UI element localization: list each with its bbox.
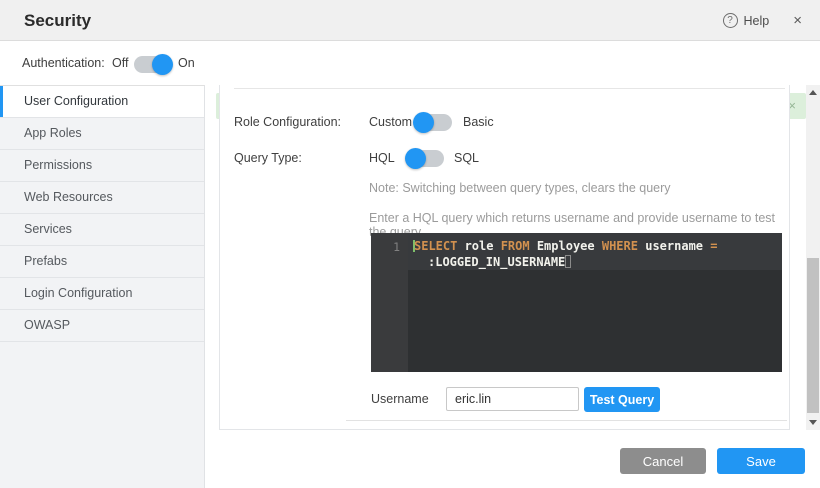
- role-configuration-toggle[interactable]: [415, 114, 452, 131]
- editor-gutter: 1: [371, 233, 408, 372]
- username-label: Username: [371, 392, 429, 406]
- username-input[interactable]: [446, 387, 579, 411]
- code-line-1: SELECT role FROM Employee WHERE username…: [413, 238, 778, 254]
- sidebar-item-owasp[interactable]: OWASP: [0, 310, 204, 342]
- sidebar-item-prefabs[interactable]: Prefabs: [0, 246, 204, 278]
- sidebar-item-web-resources[interactable]: Web Resources: [0, 182, 204, 214]
- save-button[interactable]: Save: [717, 448, 805, 474]
- scrollbar-thumb[interactable]: [807, 258, 819, 413]
- scroll-down-icon[interactable]: [809, 420, 817, 425]
- dialog-header: Security ? Help ×: [0, 0, 820, 41]
- query-hql-label: HQL: [369, 151, 395, 165]
- line-number: 1: [393, 239, 400, 255]
- authentication-toggle[interactable]: [134, 56, 171, 73]
- code-line-1-wrapped: :LOGGED_IN_USERNAME: [413, 254, 778, 270]
- close-icon[interactable]: ×: [793, 12, 802, 29]
- query-switch-note: Note: Switching between query types, cle…: [369, 181, 671, 195]
- query-code: SELECT role FROM Employee WHERE username…: [413, 238, 778, 270]
- user-configuration-panel: Role Configuration: Custom Basic Query T…: [219, 85, 790, 430]
- toggle-knob: [413, 112, 434, 133]
- help-icon: ?: [723, 13, 738, 28]
- security-dialog: Security ? Help × Authentication: Off On…: [0, 0, 820, 488]
- auth-on-label: On: [178, 56, 195, 70]
- sidebar-item-services[interactable]: Services: [0, 214, 204, 246]
- role-configuration-label: Role Configuration:: [234, 115, 341, 129]
- page-title: Security: [24, 11, 91, 31]
- sidebar-item-app-roles[interactable]: App Roles: [0, 118, 204, 150]
- sidebar-item-login-configuration[interactable]: Login Configuration: [0, 278, 204, 310]
- sidebar-item-user-configuration[interactable]: User Configuration: [0, 86, 204, 118]
- help-button[interactable]: ? Help: [723, 13, 770, 28]
- hql-query-editor[interactable]: 1 SELECT role FROM Employee WHERE userna…: [371, 233, 782, 372]
- vertical-scrollbar[interactable]: [806, 85, 820, 430]
- auth-off-label: Off: [112, 56, 128, 70]
- test-query-button[interactable]: Test Query: [584, 387, 660, 412]
- authentication-bar: Authentication: Off On ✓ Tested query su…: [0, 41, 820, 85]
- role-custom-label: Custom: [369, 115, 412, 129]
- query-type-toggle[interactable]: [407, 150, 444, 167]
- query-sql-label: SQL: [454, 151, 479, 165]
- toggle-knob: [405, 148, 426, 169]
- role-basic-label: Basic: [463, 115, 494, 129]
- authentication-label: Authentication:: [22, 56, 105, 70]
- help-label: Help: [744, 14, 770, 28]
- divider: [234, 88, 785, 89]
- toggle-knob: [152, 54, 173, 75]
- scroll-up-icon[interactable]: [809, 90, 817, 95]
- settings-sidebar: User Configuration App Roles Permissions…: [0, 85, 205, 488]
- dialog-footer: Cancel Save: [206, 431, 820, 488]
- cancel-button[interactable]: Cancel: [620, 448, 706, 474]
- divider: [346, 420, 787, 421]
- sidebar-item-permissions[interactable]: Permissions: [0, 150, 204, 182]
- text-cursor: [565, 255, 571, 268]
- query-type-label: Query Type:: [234, 151, 302, 165]
